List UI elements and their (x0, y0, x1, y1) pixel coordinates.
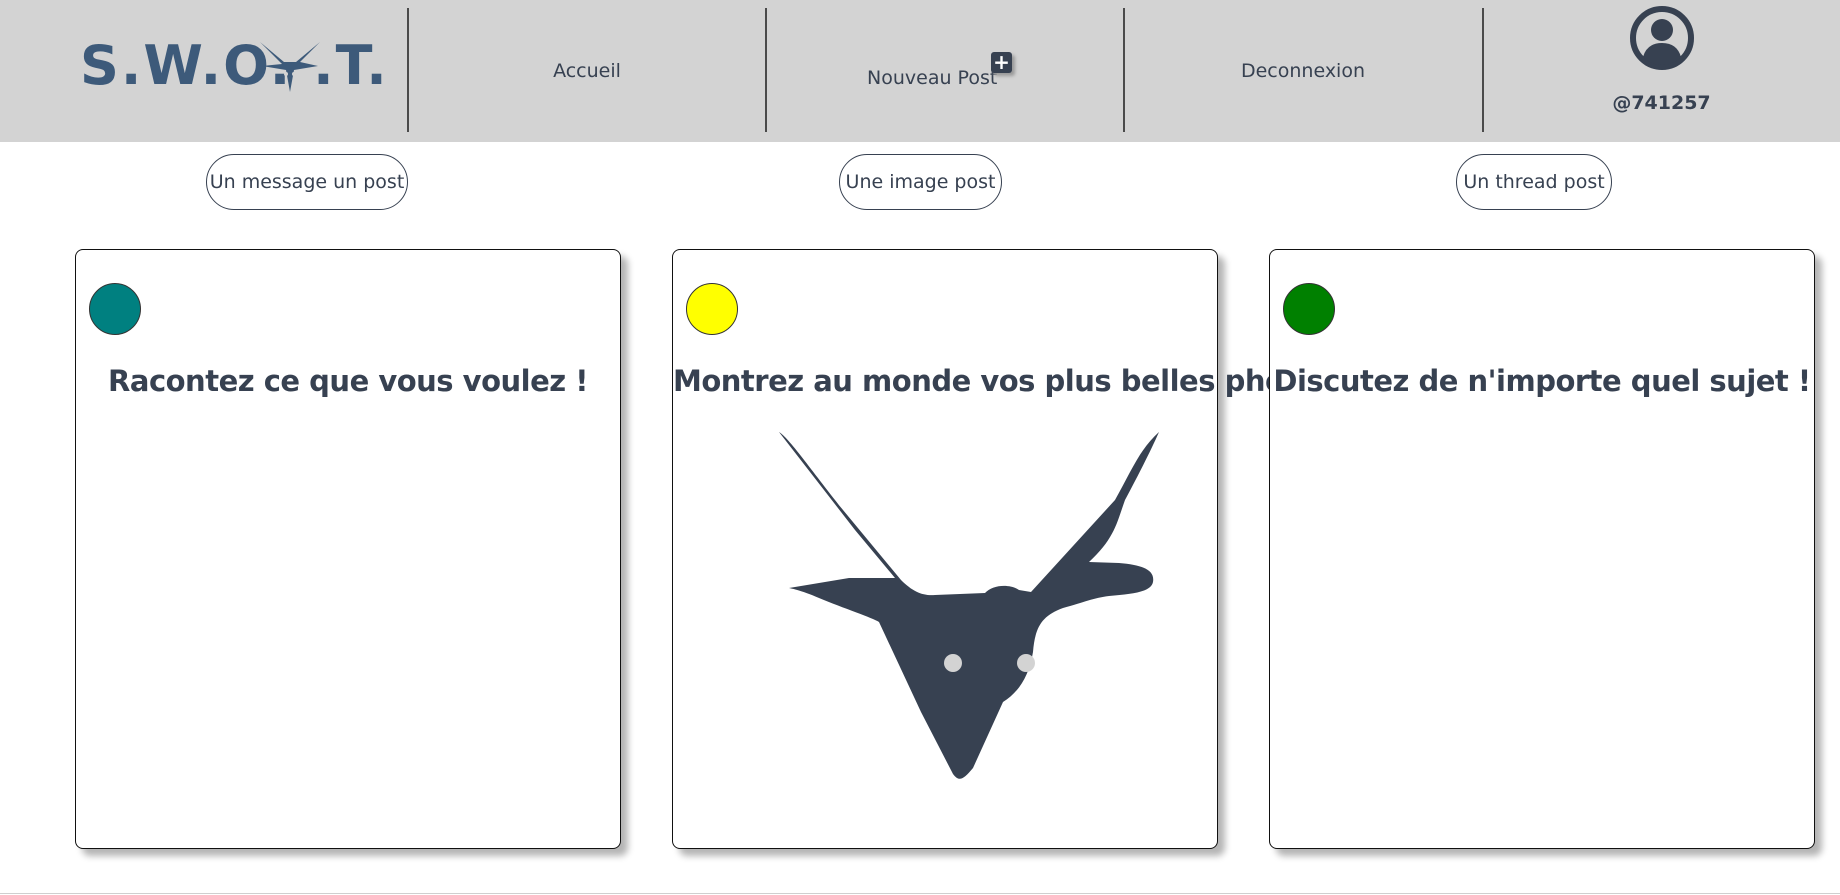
user-handle: @741257 (1612, 92, 1711, 114)
thread-post-button[interactable]: Un thread post (1456, 154, 1612, 210)
image-post-card[interactable]: Montrez au monde vos plus belles photos (672, 249, 1334, 849)
logo-text: S.W.O. .T. (80, 34, 389, 97)
goat-head-icon (779, 432, 1159, 779)
message-post-button[interactable]: Un message un post (206, 154, 408, 210)
goat-logo-icon (260, 42, 320, 92)
card-title: Racontez ce que vous voulez ! (108, 364, 588, 398)
top-navbar: S.W.O. .T. Accueil Nouveau Post + Deconn… (0, 0, 1840, 142)
thread-post-card[interactable]: Discutez de n'importe quel sujet ! (1269, 249, 1815, 849)
page-divider (0, 893, 1840, 894)
swot-logo[interactable]: S.W.O. .T. (80, 36, 387, 96)
color-dot (686, 283, 738, 335)
card-title: Montrez au monde vos plus belles photos (673, 364, 1334, 398)
profile-menu[interactable]: @741257 (1483, 0, 1840, 142)
nav-new-post-link[interactable]: Nouveau Post + (766, 0, 1122, 142)
color-dot (89, 283, 141, 335)
image-post-button[interactable]: Une image post (839, 154, 1002, 210)
card-title: Discutez de n'importe quel sujet ! (1273, 364, 1811, 398)
nav-home-link[interactable]: Accueil (409, 0, 765, 142)
user-circle-icon[interactable] (1629, 5, 1695, 71)
color-dot (1283, 283, 1335, 335)
nav-new-post-label: Nouveau Post (867, 67, 998, 89)
message-post-card[interactable]: Racontez ce que vous voulez ! (75, 249, 621, 849)
nav-logout-link[interactable]: Deconnexion (1125, 0, 1481, 142)
plus-square-icon[interactable]: + (991, 52, 1012, 73)
